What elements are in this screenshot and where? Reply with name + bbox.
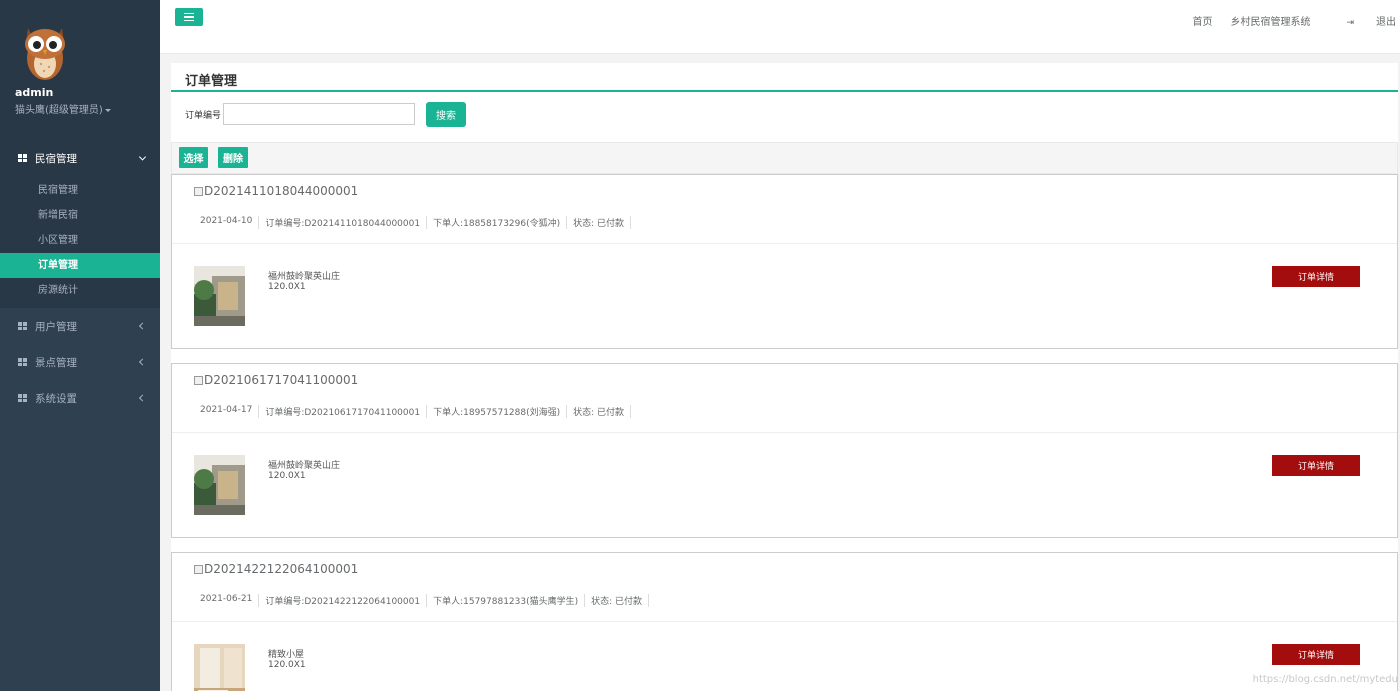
system-link[interactable]: 乡村民宿管理系统 bbox=[1230, 13, 1310, 28]
nav-scenic-management[interactable]: 景点管理 bbox=[0, 344, 160, 380]
order-card: D2021061717041100001 2021-04-17 订单编号:D20… bbox=[171, 363, 1398, 538]
chevron-down-icon bbox=[138, 153, 147, 161]
divider bbox=[172, 432, 1397, 433]
grid-icon bbox=[18, 358, 27, 366]
item-quantity: 120.0X1 bbox=[268, 660, 306, 670]
order-number: 订单编号:D2021061717041100001 bbox=[259, 405, 428, 418]
order-meta: 2021-06-21 订单编号:D2021422122064100001 下单人… bbox=[194, 594, 650, 607]
grid-icon bbox=[18, 394, 27, 402]
sidebar-item-stats[interactable]: 房源统计 bbox=[0, 278, 160, 303]
main-content: 订单管理 订单编号 搜索 选择 删除 D2021411018044000001 … bbox=[160, 54, 1400, 691]
nav-label: 用户管理 bbox=[35, 320, 77, 333]
item-name: 福州鼓岭聚英山庄 bbox=[268, 461, 341, 471]
item-name: 福州鼓岭聚英山庄 bbox=[268, 272, 341, 282]
search-button[interactable]: 搜索 bbox=[426, 102, 466, 127]
order-id: D2021411018044000001 bbox=[204, 184, 359, 198]
order-date: 2021-04-10 bbox=[194, 216, 260, 229]
sidebar: admin 猫头鹰(超级管理员) 民宿管理 民宿管理 新增民宿 小区管理 订单管… bbox=[0, 0, 160, 691]
item-quantity: 120.0X1 bbox=[268, 282, 306, 292]
order-checkbox[interactable] bbox=[194, 186, 203, 196]
profile-panel: admin 猫头鹰(超级管理员) bbox=[0, 0, 160, 138]
sidebar-item-community[interactable]: 小区管理 bbox=[0, 228, 160, 253]
hamburger-icon bbox=[184, 12, 194, 15]
sidebar-item-orders[interactable]: 订单管理 bbox=[0, 253, 160, 278]
admin-role-label: 猫头鹰(超级管理员) bbox=[15, 105, 103, 116]
sidebar-item-homestay[interactable]: 民宿管理 bbox=[0, 178, 160, 203]
item-quantity: 120.0X1 bbox=[268, 471, 306, 481]
order-detail-button[interactable]: 订单详情 bbox=[1272, 266, 1360, 287]
homestay-thumbnail[interactable] bbox=[194, 455, 245, 515]
admin-role-dropdown[interactable]: 猫头鹰(超级管理员) bbox=[15, 101, 111, 116]
order-checkbox[interactable] bbox=[194, 375, 203, 385]
divider bbox=[172, 243, 1397, 244]
grid-icon bbox=[18, 322, 27, 330]
order-buyer: 下单人:18957571288(刘海强) bbox=[427, 405, 568, 418]
top-links: 首页 乡村民宿管理系统 ⇥ 退出 bbox=[1174, 13, 1396, 28]
admin-name: admin bbox=[15, 86, 54, 99]
nav-label: 民宿管理 bbox=[35, 152, 77, 165]
order-header: D2021061717041100001 bbox=[194, 373, 358, 387]
logout-link[interactable]: ⇥ 退出 bbox=[1328, 13, 1396, 28]
order-date: 2021-06-21 bbox=[194, 594, 260, 607]
page-title: 订单管理 bbox=[185, 74, 238, 89]
watermark: https://blog.csdn.net/mytedu bbox=[1252, 674, 1398, 685]
sign-out-icon: ⇥ bbox=[1346, 18, 1354, 28]
order-number: 订单编号:D2021411018044000001 bbox=[259, 216, 428, 229]
nav-user-management[interactable]: 用户管理 bbox=[0, 308, 160, 344]
order-detail-button[interactable]: 订单详情 bbox=[1272, 644, 1360, 665]
order-meta: 2021-04-10 订单编号:D2021411018044000001 下单人… bbox=[194, 216, 632, 229]
home-link[interactable]: 首页 bbox=[1192, 13, 1212, 28]
nav-homestay-management[interactable]: 民宿管理 bbox=[0, 138, 160, 178]
order-status: 状态: 已付款 bbox=[567, 405, 632, 418]
order-id: D2021061717041100001 bbox=[204, 373, 359, 387]
room-thumbnail[interactable] bbox=[194, 644, 245, 691]
order-number-input[interactable] bbox=[223, 103, 415, 125]
nav-label: 景点管理 bbox=[35, 356, 77, 369]
chevron-left-icon bbox=[138, 394, 147, 402]
nav-label: 系统设置 bbox=[35, 392, 77, 405]
order-date: 2021-04-17 bbox=[194, 405, 260, 418]
sidebar-item-add-homestay[interactable]: 新增民宿 bbox=[0, 203, 160, 228]
action-toolbar: 选择 删除 bbox=[171, 142, 1398, 174]
order-card: D2021411018044000001 2021-04-10 订单编号:D20… bbox=[171, 174, 1398, 349]
order-card: D2021422122064100001 2021-06-21 订单编号:D20… bbox=[171, 552, 1398, 691]
nav-sub-list: 民宿管理 新增民宿 小区管理 订单管理 房源统计 bbox=[0, 178, 160, 308]
chevron-left-icon bbox=[138, 358, 147, 366]
chevron-left-icon bbox=[138, 322, 147, 330]
grid-icon bbox=[18, 154, 27, 162]
item-name: 精致小屋 bbox=[268, 650, 305, 660]
title-underline bbox=[171, 90, 1398, 92]
order-header: D2021411018044000001 bbox=[194, 184, 358, 198]
order-header: D2021422122064100001 bbox=[194, 562, 358, 576]
homestay-thumbnail[interactable] bbox=[194, 266, 245, 326]
nav-group-homestay: 民宿管理 民宿管理 新增民宿 小区管理 订单管理 房源统计 bbox=[0, 138, 160, 308]
top-navbar: 首页 乡村民宿管理系统 ⇥ 退出 bbox=[160, 0, 1400, 54]
select-button[interactable]: 选择 bbox=[179, 147, 208, 168]
order-id: D2021422122064100001 bbox=[204, 562, 359, 576]
order-number: 订单编号:D2021422122064100001 bbox=[259, 594, 428, 607]
divider bbox=[172, 621, 1397, 622]
nav-system-settings[interactable]: 系统设置 bbox=[0, 380, 160, 416]
order-status: 状态: 已付款 bbox=[585, 594, 650, 607]
caret-down-icon bbox=[104, 108, 111, 112]
logout-label: 退出 bbox=[1376, 17, 1396, 28]
order-panel: 订单管理 订单编号 搜索 选择 删除 D2021411018044000001 … bbox=[171, 63, 1398, 691]
order-buyer: 下单人:18858173296(令狐冲) bbox=[427, 216, 568, 229]
search-label: 订单编号 bbox=[185, 111, 222, 121]
menu-toggle-button[interactable] bbox=[175, 8, 203, 26]
order-meta: 2021-04-17 订单编号:D2021061717041100001 下单人… bbox=[194, 405, 632, 418]
delete-button[interactable]: 删除 bbox=[218, 147, 248, 168]
order-buyer: 下单人:15797881233(猫头鹰学生) bbox=[427, 594, 586, 607]
order-checkbox[interactable] bbox=[194, 564, 203, 574]
owl-avatar[interactable] bbox=[22, 20, 68, 82]
order-status: 状态: 已付款 bbox=[567, 216, 632, 229]
order-detail-button[interactable]: 订单详情 bbox=[1272, 455, 1360, 476]
